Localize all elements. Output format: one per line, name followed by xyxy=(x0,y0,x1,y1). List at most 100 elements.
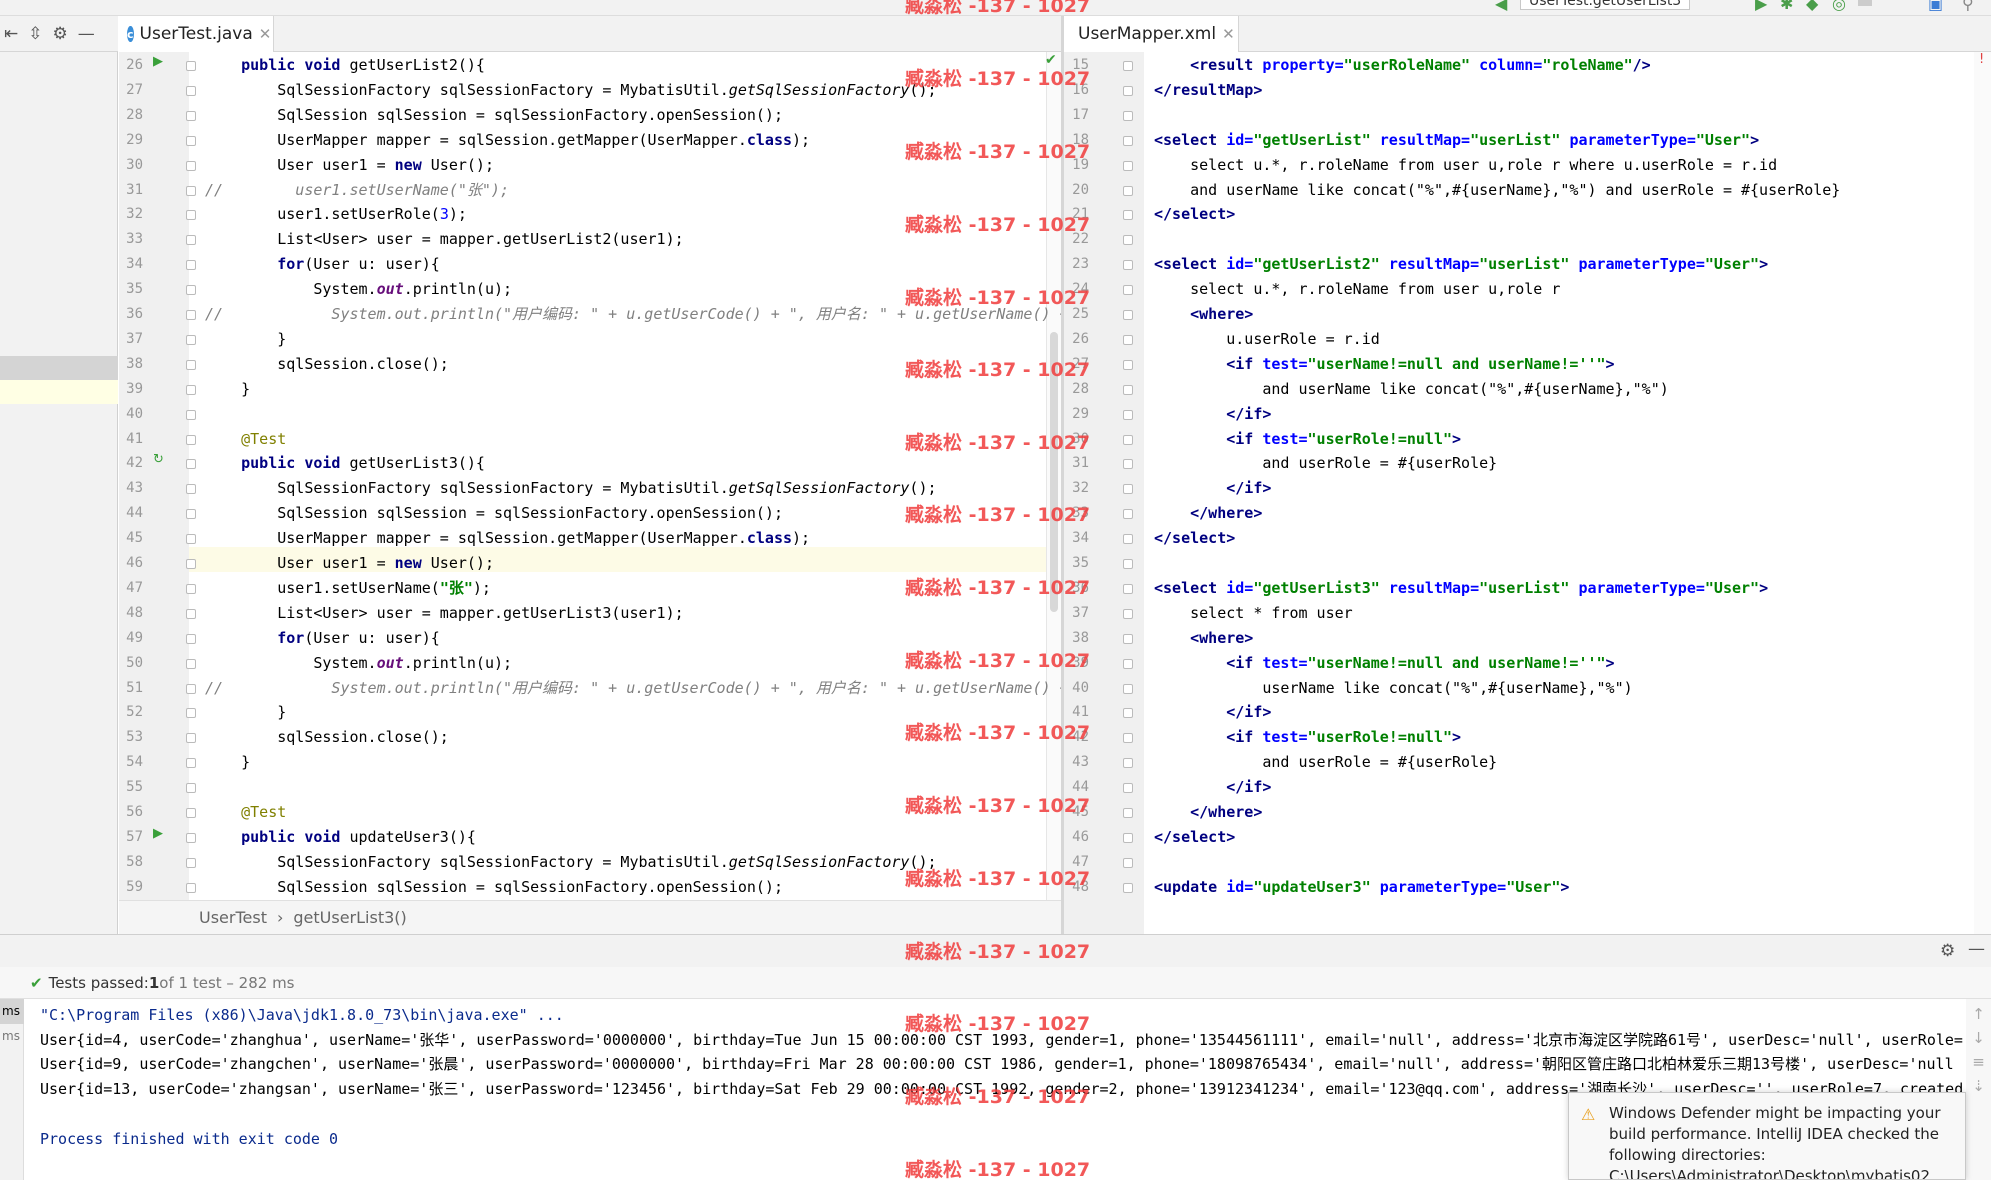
fold-marker-icon[interactable] xyxy=(1123,459,1133,470)
tab-usermapper-xml[interactable]: UserMapper.xml ✕ xyxy=(1064,16,1239,52)
fold-marker-icon[interactable] xyxy=(186,235,196,246)
test-tree-strip[interactable]: ms ms xyxy=(0,999,24,1180)
fold-marker-icon[interactable] xyxy=(1123,633,1133,644)
fold-marker-icon[interactable] xyxy=(1123,658,1133,669)
scroll-from-source-icon[interactable]: ⇳ xyxy=(28,24,42,44)
fold-marker-icon[interactable] xyxy=(1123,758,1133,769)
fold-marker-icon[interactable] xyxy=(186,384,196,395)
fold-marker-icon[interactable] xyxy=(1123,509,1133,520)
fold-marker-icon[interactable] xyxy=(1123,85,1133,96)
fold-marker-icon[interactable] xyxy=(1123,110,1133,121)
fold-marker-icon[interactable] xyxy=(186,135,196,146)
fold-marker-icon[interactable] xyxy=(1123,285,1133,296)
close-icon[interactable]: ✕ xyxy=(259,25,272,43)
fold-marker-icon[interactable] xyxy=(1123,708,1133,719)
back-arrow-icon[interactable]: ◀ xyxy=(1495,0,1507,13)
fold-marker-icon[interactable] xyxy=(186,633,196,644)
fold-marker-icon[interactable] xyxy=(1123,310,1133,320)
run-config-selector[interactable]: UserTest.getUserList3 xyxy=(1520,0,1691,10)
fold-marker-icon[interactable] xyxy=(1123,409,1133,420)
coverage-icon[interactable]: ◆ xyxy=(1806,0,1818,13)
windows-defender-notification[interactable]: ⚠ Windows Defender might be impacting yo… xyxy=(1568,1092,1966,1180)
fold-marker-icon[interactable] xyxy=(1123,733,1133,744)
fold-marker-icon[interactable] xyxy=(186,857,196,868)
fold-marker-icon[interactable] xyxy=(1123,559,1133,569)
stop-icon[interactable] xyxy=(1858,0,1872,6)
project-selected-row[interactable] xyxy=(0,356,118,380)
fold-marker-icon[interactable] xyxy=(1123,683,1133,694)
close-icon[interactable]: ✕ xyxy=(1222,25,1235,43)
project-structure-icon[interactable]: ▣ xyxy=(1928,0,1943,13)
scroll-up-icon[interactable]: ↑ xyxy=(1966,1005,1991,1023)
test-duration[interactable]: ms xyxy=(0,1024,24,1049)
left-scrollbar[interactable] xyxy=(1046,52,1061,900)
gear-icon[interactable]: ⚙ xyxy=(53,24,68,44)
breadcrumb-class[interactable]: UserTest xyxy=(199,908,267,927)
fold-marker-icon[interactable] xyxy=(186,484,196,495)
fold-marker-icon[interactable] xyxy=(186,683,196,694)
scroll-to-end-icon[interactable]: ⇣ xyxy=(1966,1077,1991,1095)
fold-marker-icon[interactable] xyxy=(186,185,196,196)
fold-marker-icon[interactable] xyxy=(1123,808,1133,818)
project-highlight-row[interactable] xyxy=(0,380,118,404)
fold-marker-icon[interactable] xyxy=(186,832,196,843)
left-editor[interactable]: ✔ 26 public void getUserList2(){27 SqlSe… xyxy=(119,52,1061,900)
fold-marker-icon[interactable] xyxy=(1123,882,1133,893)
fold-marker-icon[interactable] xyxy=(186,583,196,594)
fold-marker-icon[interactable] xyxy=(186,85,196,96)
fold-marker-icon[interactable] xyxy=(186,210,196,221)
fold-marker-icon[interactable] xyxy=(186,434,196,445)
fold-marker-icon[interactable] xyxy=(1123,484,1133,495)
tab-usertest-java[interactable]: c UserTest.java ✕ xyxy=(119,16,274,52)
breadcrumb-method[interactable]: getUserList3() xyxy=(293,908,406,927)
rerun-test-gutter-icon[interactable]: ↻ xyxy=(153,452,164,467)
fold-marker-icon[interactable] xyxy=(1123,857,1133,868)
fold-marker-icon[interactable] xyxy=(186,534,196,545)
fold-marker-icon[interactable] xyxy=(186,559,196,569)
run-test-gutter-icon[interactable]: ▶ xyxy=(153,826,163,841)
hide-panel-icon[interactable]: — xyxy=(78,24,95,44)
hide-panel-icon[interactable]: — xyxy=(1968,939,1985,959)
fold-marker-icon[interactable] xyxy=(186,260,196,271)
debug-icon[interactable]: ✱ xyxy=(1780,0,1793,13)
fold-marker-icon[interactable] xyxy=(186,310,196,320)
soft-wrap-icon[interactable]: ≡ xyxy=(1966,1053,1991,1071)
fold-marker-icon[interactable] xyxy=(186,160,196,171)
fold-marker-icon[interactable] xyxy=(1123,135,1133,146)
scroll-down-icon[interactable]: ↓ xyxy=(1966,1029,1991,1047)
fold-marker-icon[interactable] xyxy=(1123,185,1133,196)
run-test-gutter-icon[interactable]: ▶ xyxy=(153,54,163,69)
fold-marker-icon[interactable] xyxy=(186,509,196,520)
fold-marker-icon[interactable] xyxy=(1123,260,1133,271)
fold-marker-icon[interactable] xyxy=(186,110,196,121)
fold-marker-icon[interactable] xyxy=(1123,783,1133,794)
fold-marker-icon[interactable] xyxy=(186,409,196,420)
fold-marker-icon[interactable] xyxy=(1123,832,1133,843)
search-everywhere-icon[interactable]: ⚲ xyxy=(1962,0,1974,13)
fold-marker-icon[interactable] xyxy=(1123,608,1133,619)
fold-marker-icon[interactable] xyxy=(1123,434,1133,445)
fold-marker-icon[interactable] xyxy=(186,61,196,71)
profile-icon[interactable]: ◎ xyxy=(1832,0,1846,13)
fold-marker-icon[interactable] xyxy=(186,608,196,619)
fold-marker-icon[interactable] xyxy=(1123,235,1133,246)
fold-marker-icon[interactable] xyxy=(1123,334,1133,345)
fold-marker-icon[interactable] xyxy=(1123,583,1133,594)
fold-marker-icon[interactable] xyxy=(186,882,196,893)
fold-marker-icon[interactable] xyxy=(1123,210,1133,221)
fold-marker-icon[interactable] xyxy=(186,808,196,818)
fold-marker-icon[interactable] xyxy=(1123,384,1133,395)
fold-marker-icon[interactable] xyxy=(186,459,196,470)
fold-marker-icon[interactable] xyxy=(186,658,196,669)
fold-marker-icon[interactable] xyxy=(186,733,196,744)
right-scrollbar[interactable] xyxy=(1974,52,1991,934)
fold-marker-icon[interactable] xyxy=(186,783,196,794)
fold-marker-icon[interactable] xyxy=(186,359,196,370)
fold-marker-icon[interactable] xyxy=(186,334,196,345)
right-editor[interactable]: ! 15 <result property="userRoleName" col… xyxy=(1064,52,1991,934)
fold-marker-icon[interactable] xyxy=(186,758,196,769)
collapse-all-icon[interactable]: ⇤ xyxy=(4,24,18,44)
fold-marker-icon[interactable] xyxy=(186,285,196,296)
fold-marker-icon[interactable] xyxy=(1123,359,1133,370)
fold-marker-icon[interactable] xyxy=(1123,61,1133,71)
